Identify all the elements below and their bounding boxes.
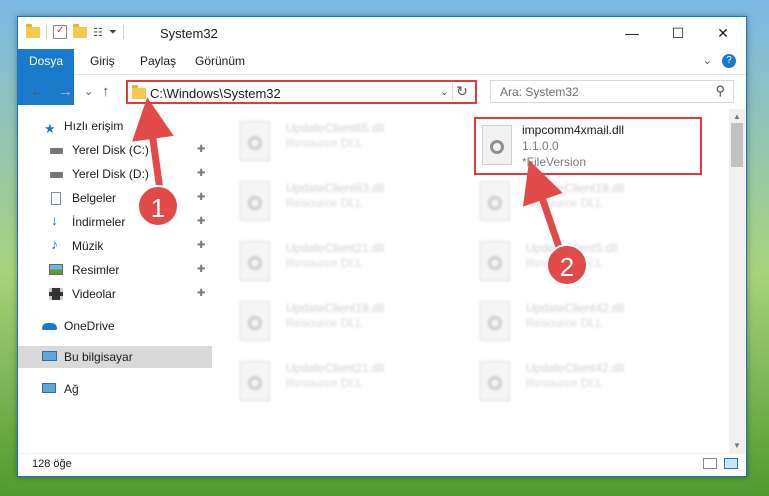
- arrow-to-address-bar: [132, 97, 174, 191]
- step-1-badge: 1: [137, 185, 179, 227]
- step-2-badge: 2: [546, 244, 588, 286]
- annotation-arrows: [132, 97, 564, 252]
- arrow-to-file: [522, 160, 564, 252]
